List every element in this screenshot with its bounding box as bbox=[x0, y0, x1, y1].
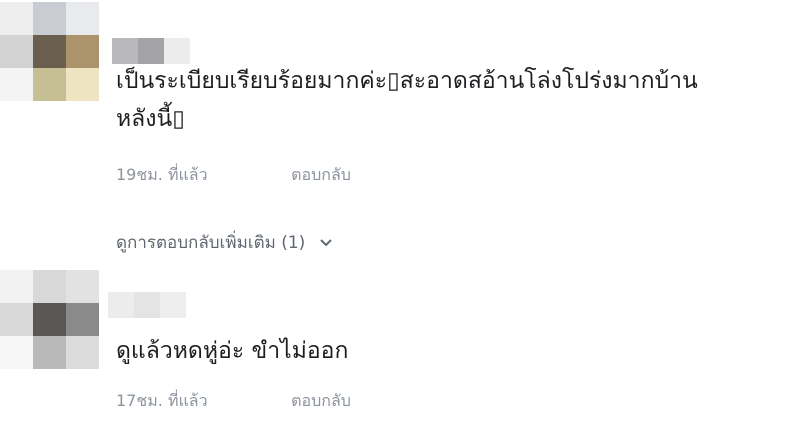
avatar[interactable] bbox=[0, 270, 99, 369]
comment-text: ดูแล้วหดหู่อ่ะ ขำไม่ออก bbox=[116, 332, 348, 370]
comment-meta: 19ชม. ที่แล้ว ตอบกลับ bbox=[116, 163, 351, 188]
view-more-replies-label: ดูการตอบกลับเพิ่มเติม (1) bbox=[116, 233, 306, 253]
comment-text: เป็นระเบียบเรียบร้อยมากค่ะ▯สะอาดสอ้านโล่… bbox=[116, 62, 698, 138]
comment-text-line: เป็นระเบียบเรียบร้อยมากค่ะ▯สะอาดสอ้านโล่… bbox=[116, 68, 698, 94]
commenter-name[interactable] bbox=[112, 38, 190, 64]
commenter-name[interactable] bbox=[108, 292, 186, 318]
comment-timestamp[interactable]: 17ชม. ที่แล้ว bbox=[116, 389, 286, 414]
comment-timestamp[interactable]: 19ชม. ที่แล้ว bbox=[116, 163, 286, 188]
comment-meta: 17ชม. ที่แล้ว ตอบกลับ bbox=[116, 389, 351, 414]
comment-text-line: ดูแล้วหดหู่อ่ะ ขำไม่ออก bbox=[116, 338, 349, 364]
reply-button[interactable]: ตอบกลับ bbox=[291, 165, 351, 184]
comment-text-line: หลังนี้▯ bbox=[116, 106, 185, 132]
avatar[interactable] bbox=[0, 2, 99, 101]
reply-button[interactable]: ตอบกลับ bbox=[291, 391, 351, 410]
chevron-down-icon bbox=[319, 233, 333, 253]
view-more-replies-button[interactable]: ดูการตอบกลับเพิ่มเติม (1) bbox=[116, 229, 333, 256]
